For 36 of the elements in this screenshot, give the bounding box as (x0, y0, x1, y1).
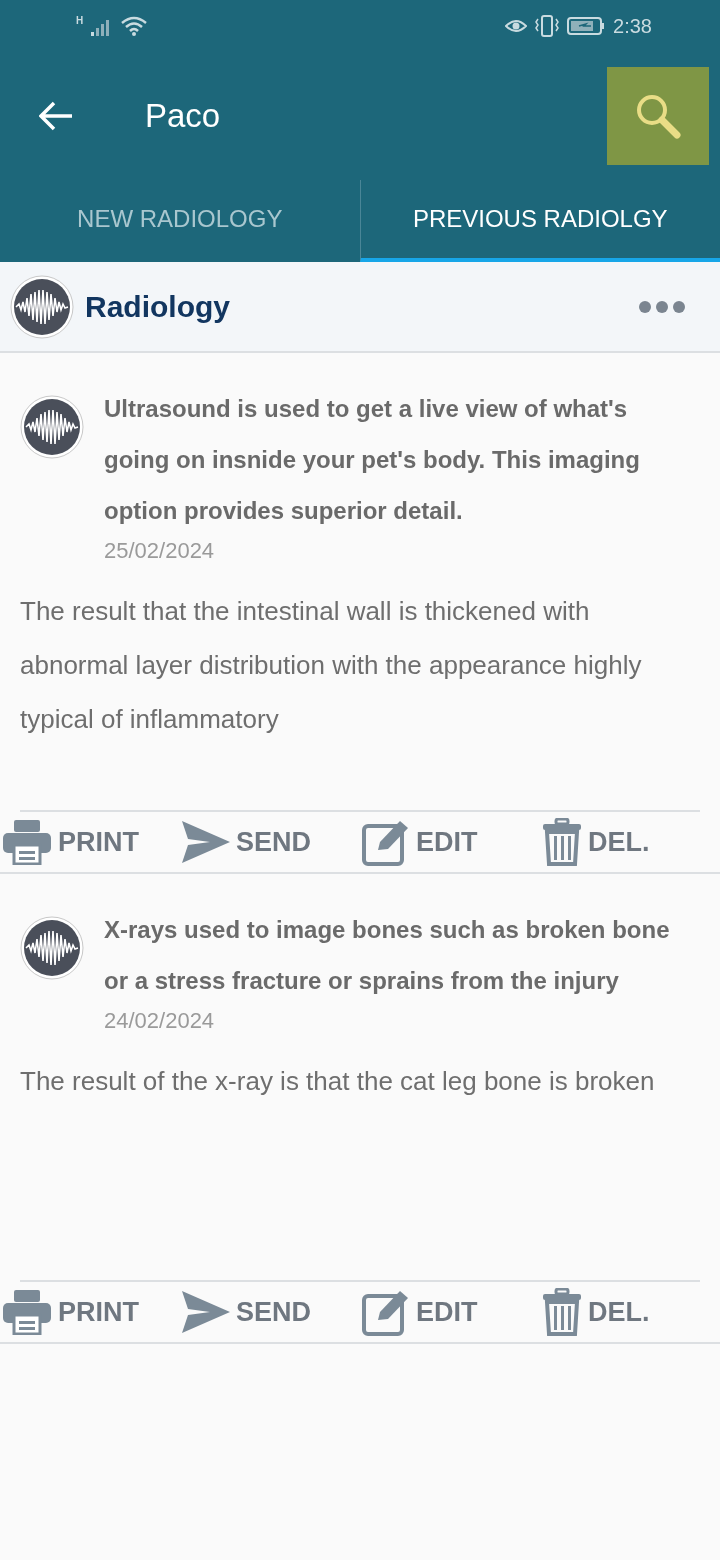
page-title: Paco (145, 96, 222, 137)
record-result: The result that the intestinal wall is thickened with abnormal layer distribution with the appearance highly typical of inflammatory (19, 595, 643, 736)
search-icon (635, 93, 681, 139)
send-icon (182, 1291, 230, 1333)
action-button[interactable]: EDIT (360, 818, 540, 866)
section-title: Radiology (85, 289, 231, 325)
waveform-icon (10, 274, 74, 339)
action-button[interactable]: PRINT (0, 1289, 180, 1335)
waveform-icon (20, 916, 84, 980)
network-type: H (76, 16, 84, 26)
action-button[interactable]: DEL. (540, 1288, 720, 1336)
tab[interactable]: NEW RADIOLOGY (0, 180, 360, 262)
action-button[interactable]: SEND (180, 821, 360, 863)
wifi-icon (121, 16, 148, 36)
record-date: 25/02/2024 (104, 537, 216, 565)
action-button[interactable]: DEL. (540, 818, 720, 866)
action-button[interactable]: SEND (180, 1291, 360, 1333)
trash-icon (542, 818, 582, 866)
vibrate-icon (535, 15, 560, 37)
record-title: X-rays used to image bones such as broken bone or a stress fracture or sprains from the injury (104, 915, 670, 996)
waveform-icon (20, 395, 84, 459)
edit-icon (362, 818, 410, 866)
eye-icon (505, 18, 528, 34)
action-button[interactable]: EDIT (360, 1288, 540, 1336)
clock: 2:38 (613, 14, 652, 39)
more-icon (638, 299, 686, 314)
record-title: Ultrasound is used to get a live view of what's going on insnide your pet's body. This imaging option provides superior detail. (104, 394, 641, 526)
action-button[interactable]: PRINT (0, 819, 180, 865)
trash-icon (542, 1288, 582, 1336)
search-button[interactable] (607, 67, 709, 165)
back-arrow-icon (39, 101, 73, 131)
record-result: The result of the x-ray is that the cat leg bone is broken (19, 1065, 656, 1098)
edit-icon (362, 1288, 410, 1336)
send-icon (182, 821, 230, 863)
record-date: 24/02/2024 (104, 1007, 216, 1035)
battery-icon (567, 16, 606, 36)
